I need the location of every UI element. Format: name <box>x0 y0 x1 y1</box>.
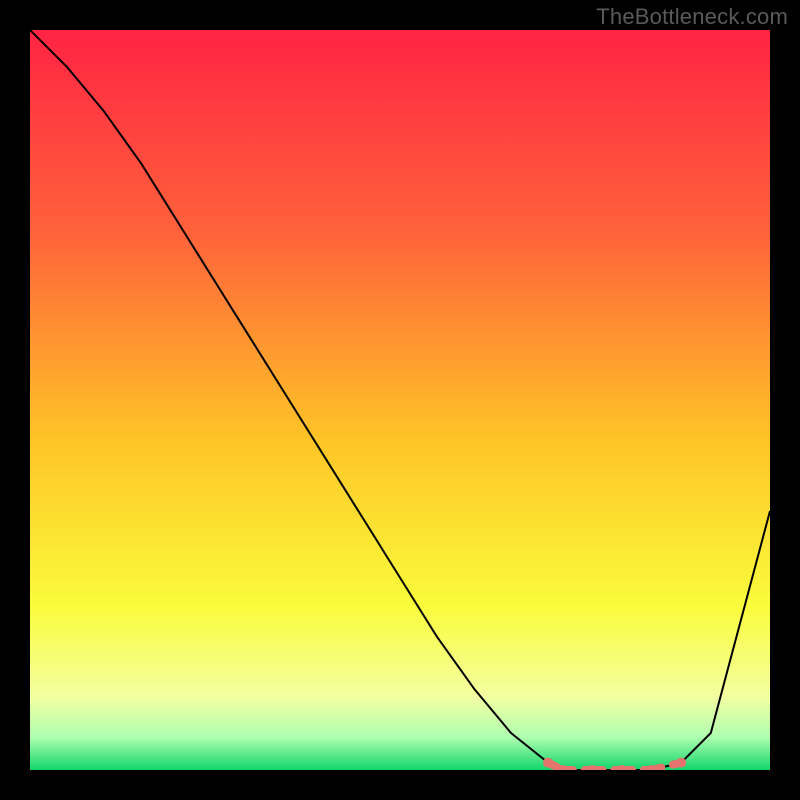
chart-frame: TheBottleneck.com <box>0 0 800 800</box>
watermark-text: TheBottleneck.com <box>596 4 788 30</box>
heat-background <box>30 30 770 770</box>
bottleneck-chart <box>30 30 770 770</box>
